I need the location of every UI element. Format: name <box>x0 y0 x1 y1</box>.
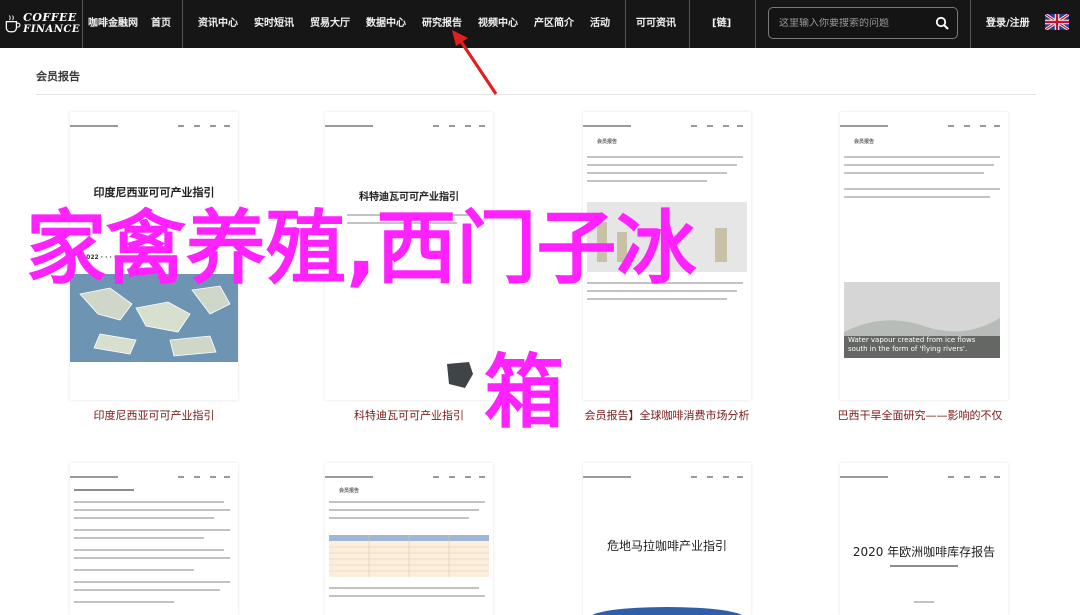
search-box <box>768 7 958 39</box>
search-input[interactable] <box>779 17 929 29</box>
logo-line-1: COFFEE <box>23 11 77 24</box>
doc-header-line <box>70 122 238 130</box>
doc-banner-shape <box>591 607 743 615</box>
doc-tag: 会员报告 <box>339 488 360 494</box>
nav-divider <box>689 0 690 48</box>
nav-divider <box>82 0 83 48</box>
logo-line-2: FINANCE <box>23 24 80 35</box>
section-title: 会员报告 <box>36 70 80 83</box>
red-arrow-annotation <box>452 30 498 95</box>
nav-divider <box>755 0 756 48</box>
overlay-headline-line-1: 家禽养殖,西门子冰 <box>26 202 697 295</box>
doc-header-line <box>583 122 751 130</box>
card-caption[interactable]: 科特迪瓦可可产业指引 <box>325 407 493 423</box>
section-divider <box>36 94 1036 95</box>
doc-header-line <box>840 122 1008 130</box>
coffee-cup-icon <box>5 15 21 33</box>
report-card[interactable]: 2020 年欧洲咖啡库存报告 <box>840 463 1008 615</box>
nav-item-chain[interactable]: [链] <box>712 0 731 48</box>
nav-item-events[interactable]: 活动 <box>590 0 610 48</box>
doc-tag: 会员报告 <box>597 139 618 145</box>
photo-caption: Water vapour created from ice flows sout… <box>848 336 976 353</box>
doc-header-line <box>70 473 238 481</box>
card-caption[interactable]: 印度尼西亚可可产业指引 <box>70 407 238 423</box>
nav-item-cocoa-news[interactable]: 可可资讯 <box>636 0 676 48</box>
nav-divider <box>182 0 183 48</box>
doc-title: 印度尼西亚可可产业指引 <box>93 186 215 199</box>
doc-tag: 会员报告 <box>854 139 875 145</box>
nav-divider <box>625 0 626 48</box>
nav-divider <box>970 0 971 48</box>
nav-item-origins[interactable]: 产区简介 <box>534 0 574 48</box>
doc-title: 科特迪瓦可可产业指引 <box>359 192 459 203</box>
report-card[interactable]: 危地马拉咖啡产业指引 <box>583 463 751 615</box>
doc-header-line <box>840 473 1008 481</box>
map-thumbnail <box>447 362 473 388</box>
card-caption[interactable]: 巴西干旱全面研究——影响的不仅 <box>820 407 1020 423</box>
search-icon[interactable] <box>935 16 949 30</box>
nav-item-data-center[interactable]: 数据中心 <box>366 0 406 48</box>
report-card[interactable] <box>70 463 238 615</box>
nav-item-trade-hall[interactable]: 贸易大厅 <box>310 0 350 48</box>
top-navigation-bar: COFFEE FINANCE 咖啡金融网 首页 资讯中心 实时短讯 贸易大厅 数… <box>0 0 1080 48</box>
card-caption[interactable]: 会员报告】全球咖啡消费市场分析 <box>583 407 751 423</box>
doc-title: 危地马拉咖啡产业指引 <box>606 539 727 553</box>
overlay-headline-line-2: 箱 <box>484 346 564 439</box>
nav-item-coffee-finance[interactable]: 咖啡金融网 <box>88 0 138 48</box>
report-card[interactable]: 会员报告 <box>325 463 493 615</box>
doc-header-line <box>325 122 493 130</box>
uk-flag-icon[interactable] <box>1045 14 1069 30</box>
doc-header-line <box>583 473 751 481</box>
doc-header-line <box>325 473 493 481</box>
site-logo[interactable]: COFFEE FINANCE <box>4 6 80 42</box>
nav-item-home[interactable]: 首页 <box>151 0 171 48</box>
doc-title: 2020 年欧洲咖啡库存报告 <box>852 545 996 559</box>
login-register-link[interactable]: 登录/注册 <box>986 0 1030 48</box>
table-thumbnail <box>329 535 489 577</box>
nav-item-news-center[interactable]: 资讯中心 <box>198 0 238 48</box>
nav-item-flash-news[interactable]: 实时短讯 <box>254 0 294 48</box>
report-card[interactable]: 会员报告 Water vapour created from ice flows… <box>840 112 1008 400</box>
